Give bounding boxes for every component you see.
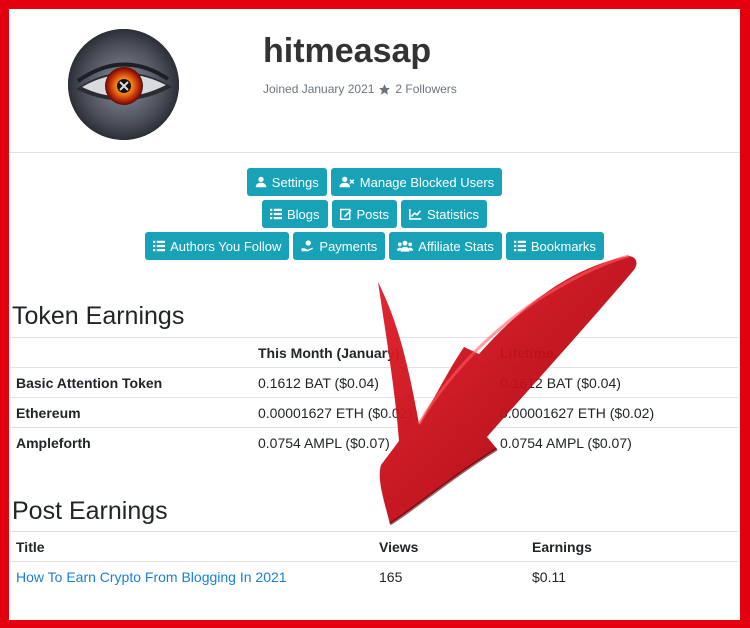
user-block-icon [339, 176, 355, 188]
manage-blocked-users-button[interactable]: Manage Blocked Users [330, 168, 503, 196]
statistics-label: Statistics [427, 206, 480, 222]
settings-button[interactable]: Settings [246, 168, 327, 196]
earnings-cell: $0.11 [532, 568, 566, 585]
token-name: Basic Attention Token [16, 374, 163, 391]
token-earnings-title: Token Earnings [12, 302, 185, 330]
lifetime-earnings: 0.00001627 ETH ($0.02) [500, 404, 655, 421]
settings-label: Settings [271, 174, 319, 190]
users-icon [397, 240, 414, 252]
table-row: How To Earn Crypto From Blogging In 2021… [10, 561, 738, 592]
header-divider [9, 152, 740, 153]
hand-holding-dollar-icon [301, 240, 314, 252]
post-earnings-title: Post Earnings [12, 497, 168, 525]
blogs-button[interactable]: Blogs [261, 200, 328, 228]
column-header: This Month (January) [258, 344, 400, 361]
list-icon [153, 240, 166, 252]
profile-meta: Joined January 2021 2 Followers [263, 82, 457, 96]
month-earnings: 0.0754 AMPL ($0.07) [258, 434, 390, 451]
edit-icon [339, 208, 352, 220]
table-row: Ethereum 0.00001627 ETH ($0.02) 0.000016… [10, 397, 738, 428]
user-icon [255, 176, 267, 188]
lifetime-earnings: 0.1612 BAT ($0.04) [500, 374, 621, 391]
payments-button[interactable]: Payments [293, 232, 386, 260]
nav-row-3: Authors You Follow Payments Affiliate St… [9, 232, 740, 260]
followers-link[interactable]: 2 Followers [395, 82, 456, 96]
list-icon [269, 208, 282, 220]
affiliate-stats-label: Affiliate Stats [418, 238, 494, 254]
profile-page: hitmeasap Joined January 2021 2 Follower… [9, 9, 740, 620]
authors-you-follow-label: Authors You Follow [170, 238, 282, 254]
column-header: Views [379, 538, 419, 555]
nav-row-2: Blogs Posts Statistics [9, 200, 740, 228]
affiliate-stats-button[interactable]: Affiliate Stats [389, 232, 502, 260]
month-earnings: 0.00001627 ETH ($0.02) [258, 404, 413, 421]
month-earnings: 0.1612 BAT ($0.04) [258, 374, 379, 391]
token-earnings-table: This Month (January) Lifetime Basic Atte… [10, 337, 738, 457]
avatar [68, 29, 179, 140]
table-header-row: This Month (January) Lifetime [10, 337, 738, 368]
bookmarks-button[interactable]: Bookmarks [505, 232, 604, 260]
views-cell: 165 [379, 568, 403, 585]
token-name: Ampleforth [16, 434, 91, 451]
star-icon [379, 83, 391, 95]
joined-date: Joined January 2021 [263, 82, 375, 96]
list-icon [513, 240, 526, 252]
nav-row-1: Settings Manage Blocked Users [9, 168, 740, 196]
post-title-link[interactable]: How To Earn Crypto From Blogging In 2021 [16, 569, 287, 585]
manage-blocked-label: Manage Blocked Users [359, 174, 495, 190]
username: hitmeasap [263, 32, 432, 70]
blogs-label: Blogs [286, 206, 320, 222]
table-row: Ampleforth 0.0754 AMPL ($0.07) 0.0754 AM… [10, 427, 738, 458]
posts-label: Posts [356, 206, 390, 222]
column-header: Lifetime [500, 344, 554, 361]
bookmarks-label: Bookmarks [530, 238, 596, 254]
column-header: Title [16, 538, 45, 555]
chart-line-icon [409, 209, 422, 220]
post-earnings-table: Title Views Earnings How To Earn Crypto … [10, 531, 738, 591]
statistics-button[interactable]: Statistics [401, 200, 488, 228]
table-row: Basic Attention Token 0.1612 BAT ($0.04)… [10, 367, 738, 398]
column-header [10, 338, 252, 368]
token-name: Ethereum [16, 404, 81, 421]
authors-you-follow-button[interactable]: Authors You Follow [145, 232, 290, 260]
table-header-row: Title Views Earnings [10, 531, 738, 562]
post-title-cell: How To Earn Crypto From Blogging In 2021 [10, 562, 373, 592]
column-header: Earnings [532, 538, 592, 555]
posts-button[interactable]: Posts [331, 200, 398, 228]
payments-label: Payments [319, 238, 378, 254]
lifetime-earnings: 0.0754 AMPL ($0.07) [500, 434, 632, 451]
